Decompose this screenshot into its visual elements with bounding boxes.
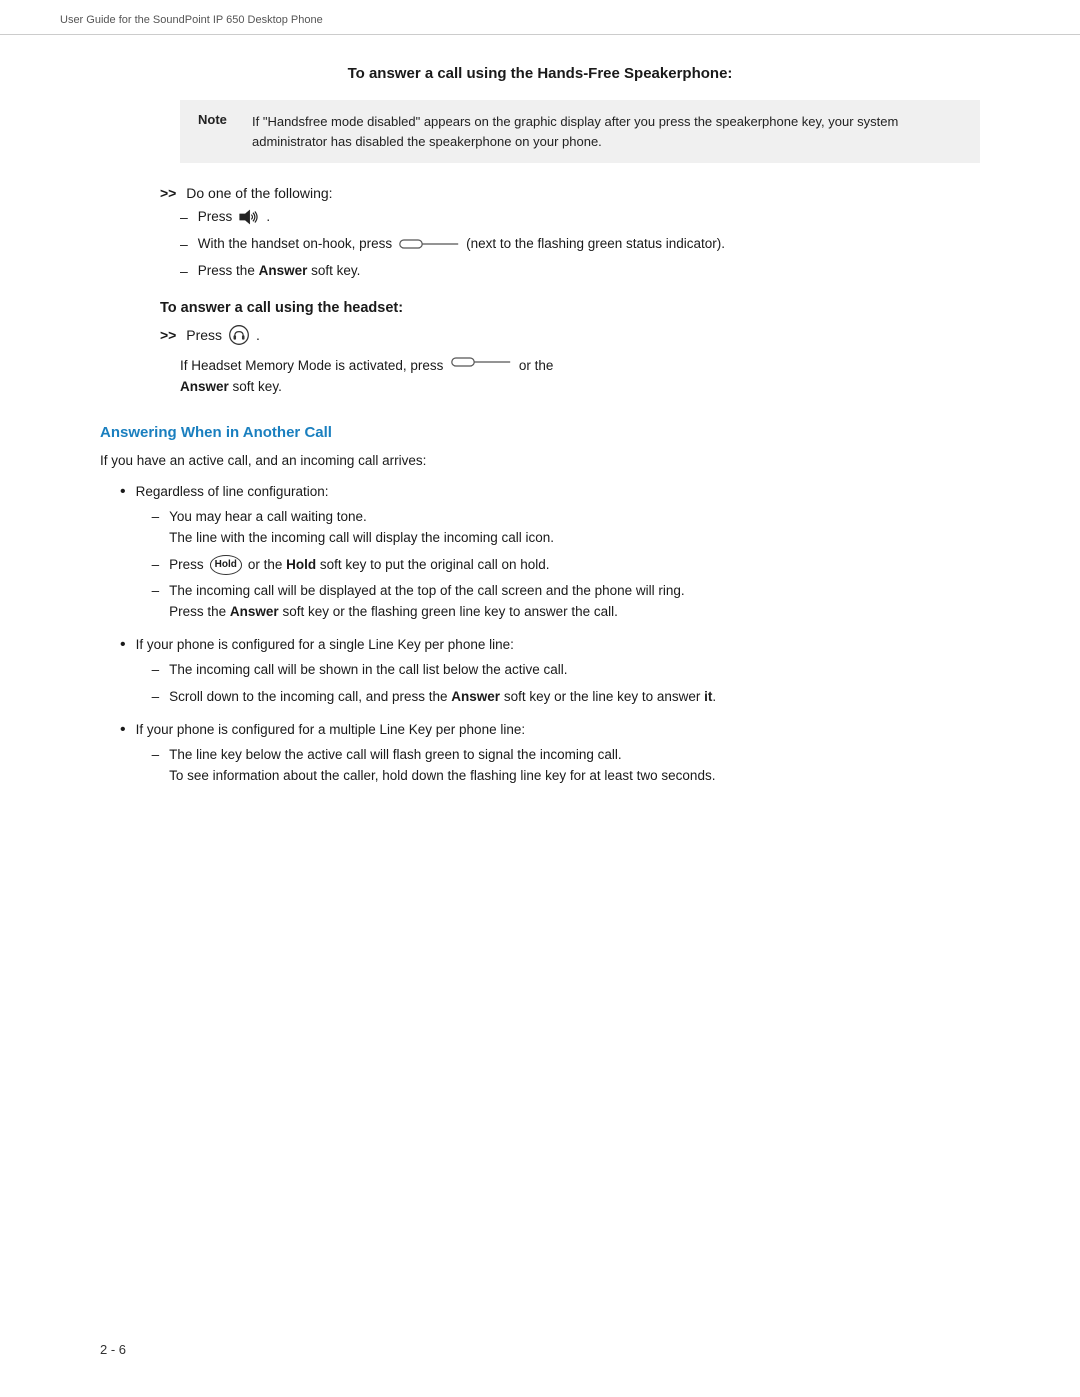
- bullet-2-label: If your phone is configured for a single…: [136, 637, 514, 652]
- dash-item-answer: Press the Answer soft key.: [180, 261, 980, 282]
- press-speaker-text: Press: [198, 207, 270, 227]
- speaker-icon: [238, 208, 260, 226]
- bullet-1-content: Regardless of line configuration: You ma…: [136, 482, 685, 630]
- speakerphone-heading: To answer a call using the Hands-Free Sp…: [100, 65, 980, 82]
- or-hold-text: or the Hold soft key to put the original…: [248, 555, 550, 576]
- headset-section: To answer a call using the headset: >> P…: [100, 300, 980, 398]
- headset-heading: To answer a call using the headset:: [160, 300, 980, 316]
- note-label: Note: [198, 112, 234, 151]
- headset-press-label: Press: [186, 327, 222, 343]
- dash-sub-2: The incoming call will be shown in the c…: [152, 660, 717, 708]
- dash-2-1-text: The incoming call will be shown in the c…: [169, 660, 567, 681]
- dash-1-1-text: You may hear a call waiting tone.The lin…: [169, 507, 554, 549]
- bullet-3-label: If your phone is configured for a multip…: [136, 722, 526, 737]
- line-key-icon: [399, 236, 459, 252]
- line-key-icon-2: [451, 354, 511, 370]
- headset-press-block: Press .: [186, 324, 260, 346]
- bullet-3-content: If your phone is configured for a multip…: [136, 720, 716, 793]
- headset-double-arrow: >>: [160, 327, 176, 343]
- headset-memory-text: If Headset Memory Mode is activated, pre…: [180, 354, 980, 398]
- answer-bold-2: Answer: [180, 379, 229, 394]
- page-number: 2 - 6: [100, 1342, 126, 1357]
- memory-mode-label: If Headset Memory Mode is activated, pre…: [180, 358, 443, 373]
- bullet-2-content: If your phone is configured for a single…: [136, 635, 717, 714]
- headset-icon: [228, 324, 250, 346]
- dash-sub-3-1: The line key below the active call will …: [152, 745, 716, 787]
- dash-1-3-text: The incoming call will be displayed at t…: [169, 581, 685, 623]
- bullet-1-label: Regardless of line configuration:: [136, 484, 329, 499]
- headset-instruction: >> Press . If Headset: [160, 324, 980, 398]
- dash-item-handset: With the handset on-hook, press (next to…: [180, 234, 980, 255]
- answer-bold: Answer: [259, 263, 308, 278]
- bullet-item-3: If your phone is configured for a multip…: [120, 720, 980, 793]
- dash-sub-1: You may hear a call waiting tone.The lin…: [152, 507, 685, 624]
- handset-next-to: (next to the flashing green status indic…: [466, 234, 725, 254]
- speakerphone-section: To answer a call using the Hands-Free Sp…: [100, 65, 980, 282]
- it-bold: it: [704, 689, 712, 704]
- answering-bullet-list: Regardless of line configuration: You ma…: [120, 482, 980, 793]
- page-header: User Guide for the SoundPoint IP 650 Des…: [0, 0, 1080, 35]
- or-the-label: or the: [519, 358, 554, 373]
- do-one-text: Do one of the following:: [186, 185, 332, 201]
- note-text: If "Handsfree mode disabled" appears on …: [252, 112, 962, 151]
- dash-sub-2-1: The incoming call will be shown in the c…: [152, 660, 717, 681]
- dash-3-1-text: The line key below the active call will …: [169, 745, 715, 787]
- dash-sub-1-2: Press Hold or the Hold soft key to put t…: [152, 555, 685, 576]
- answering-heading: Answering When in Another Call: [100, 424, 980, 441]
- speakerphone-dash-list: Press: [180, 207, 980, 282]
- hold-icon: Hold: [210, 555, 242, 575]
- page-container: User Guide for the SoundPoint IP 650 Des…: [0, 0, 1080, 1397]
- handset-label: With the handset on-hook, press: [198, 234, 392, 254]
- main-content: To answer a call using the Hands-Free Sp…: [0, 35, 1080, 863]
- header-text: User Guide for the SoundPoint IP 650 Des…: [60, 14, 323, 26]
- press-label-1: Press: [198, 207, 233, 227]
- answer-soft-key: soft key.: [233, 379, 282, 394]
- press-hold-label: Press: [169, 555, 204, 576]
- answering-section: Answering When in Another Call If you ha…: [100, 424, 980, 793]
- headset-period: .: [256, 327, 260, 343]
- answer-text: Press the Answer soft key.: [198, 261, 361, 281]
- answering-intro: If you have an active call, and an incom…: [100, 451, 980, 472]
- dash-item-speaker: Press: [180, 207, 980, 228]
- hold-bold: Hold: [286, 557, 316, 572]
- handset-text: With the handset on-hook, press (next to…: [198, 234, 725, 254]
- hold-press-text: Press Hold or the Hold soft key to put t…: [169, 555, 549, 576]
- dash-sub-1-3: The incoming call will be displayed at t…: [152, 581, 685, 623]
- dash-2-2-text: Scroll down to the incoming call, and pr…: [169, 687, 716, 708]
- bullet-item-2: If your phone is configured for a single…: [120, 635, 980, 714]
- dash-sub-2-2: Scroll down to the incoming call, and pr…: [152, 687, 717, 708]
- answer-bold-3: Answer: [230, 604, 279, 619]
- double-arrow: >>: [160, 185, 176, 201]
- note-box: Note If "Handsfree mode disabled" appear…: [180, 100, 980, 163]
- instruction-block: >> Do one of the following: Press: [160, 185, 980, 282]
- answer-bold-4: Answer: [451, 689, 500, 704]
- bullet-item-1: Regardless of line configuration: You ma…: [120, 482, 980, 630]
- dash-sub-3: The line key below the active call will …: [152, 745, 716, 787]
- dash-sub-1-1: You may hear a call waiting tone.The lin…: [152, 507, 685, 549]
- press-speaker-period: .: [266, 207, 270, 227]
